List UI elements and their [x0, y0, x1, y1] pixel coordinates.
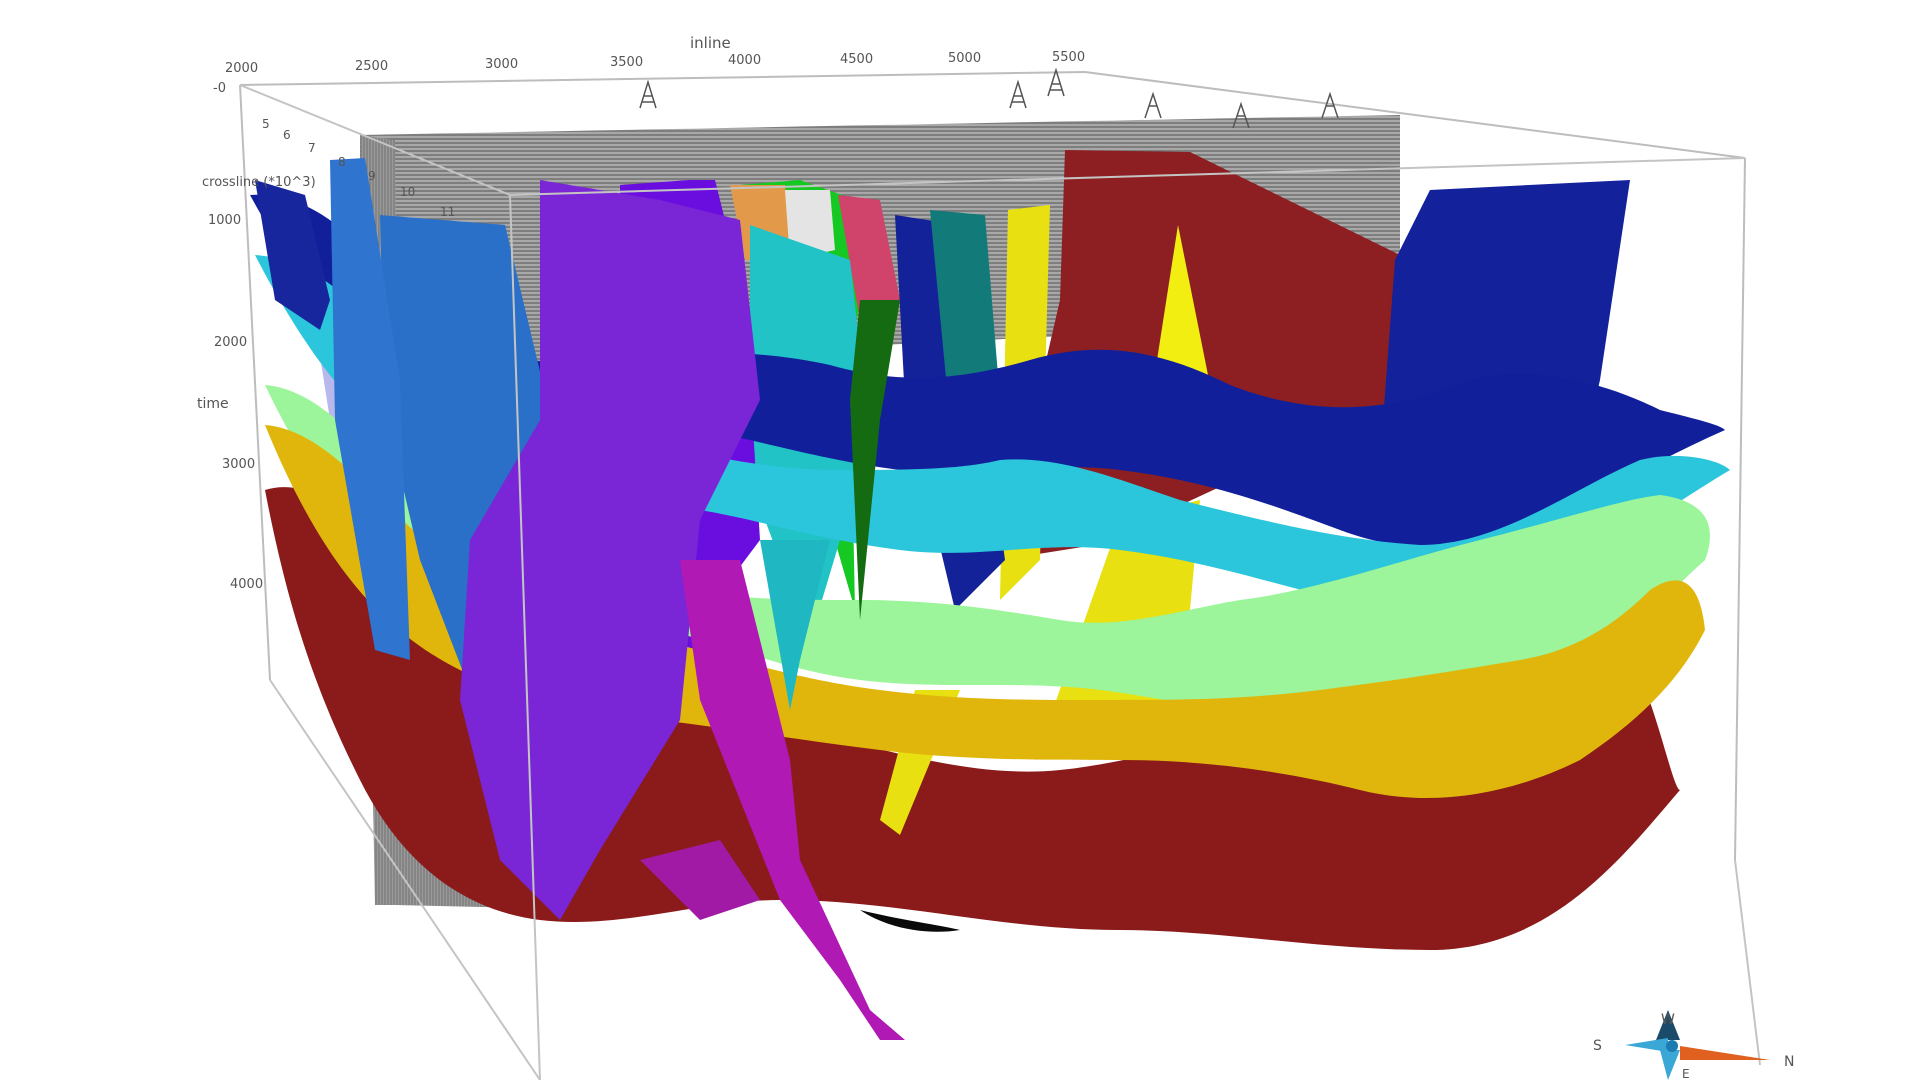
crossline-tick: 11 — [440, 205, 455, 219]
compass-center — [1666, 1040, 1678, 1052]
crossline-axis-title: crossline (*10^3) — [202, 175, 316, 190]
fault-navy-left — [255, 180, 330, 330]
crossline-tick: 9 — [368, 169, 376, 183]
crossline-tick: 8 — [338, 155, 346, 169]
compass-needle-east — [1660, 1050, 1680, 1080]
time-tick: 4000 — [230, 577, 263, 592]
well-derrick-icon — [1047, 67, 1065, 97]
inline-tick: 2000 — [225, 61, 258, 76]
3d-seismic-viewport[interactable]: inline 2000 2500 3000 3500 4000 4500 500… — [0, 0, 1920, 1080]
well-derrick-icon — [1144, 91, 1162, 119]
compass-label-w: W — [1661, 1012, 1675, 1028]
compass-needle-north — [1680, 1046, 1770, 1060]
compass-needle-south — [1625, 1038, 1668, 1052]
well-derrick-icon — [1321, 91, 1339, 119]
inline-tick: 5000 — [948, 51, 981, 66]
inline-axis: inline 2000 2500 3000 3500 4000 4500 500… — [225, 34, 1085, 76]
crossline-tick: 5 — [262, 117, 270, 131]
inline-tick: 2500 — [355, 59, 388, 74]
time-tick: 1000 — [208, 213, 241, 228]
crossline-tick: 7 — [308, 141, 316, 155]
time-tick: -0 — [213, 81, 226, 96]
inline-tick: 3000 — [485, 57, 518, 72]
well-derrick-icon — [639, 79, 657, 109]
inline-tick: 4500 — [840, 52, 873, 67]
time-axis-title: time — [197, 396, 229, 412]
compass-label-e: E — [1682, 1067, 1690, 1080]
compass-label-s: S — [1593, 1038, 1602, 1054]
time-tick: 3000 — [222, 457, 255, 472]
compass-rose[interactable]: W S N E — [1593, 1010, 1794, 1080]
inline-axis-title: inline — [690, 34, 731, 52]
well-derrick-icon — [1009, 79, 1027, 109]
inline-tick: 4000 — [728, 53, 761, 68]
time-tick: 2000 — [214, 335, 247, 350]
crossline-tick: 6 — [283, 128, 291, 142]
compass-label-n: N — [1784, 1054, 1794, 1070]
inline-tick: 3500 — [610, 55, 643, 70]
crossline-tick: 10 — [400, 185, 415, 199]
inline-tick: 5500 — [1052, 50, 1085, 65]
